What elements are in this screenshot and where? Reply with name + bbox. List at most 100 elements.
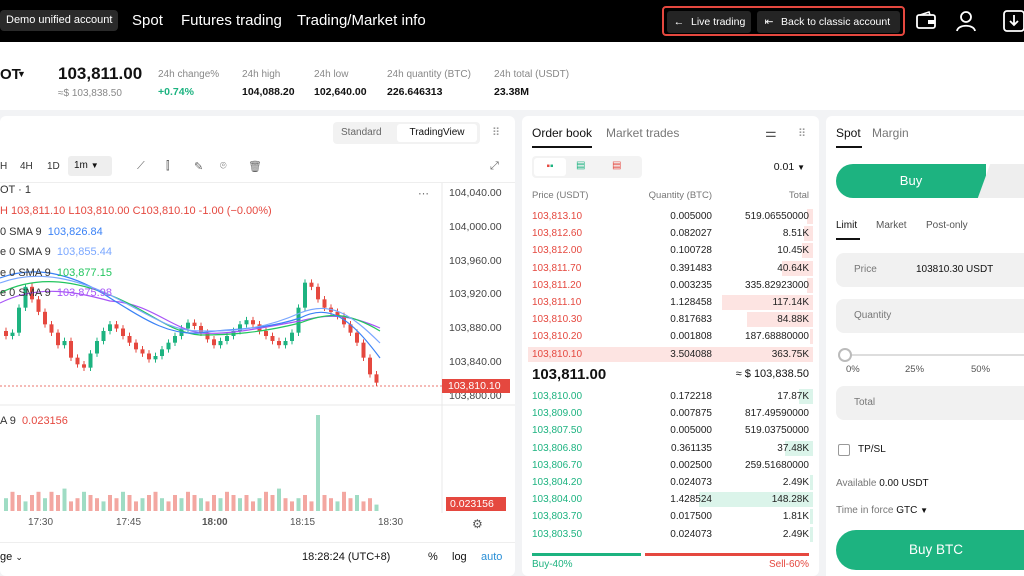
candle-body — [140, 349, 145, 354]
demo-account-badge[interactable]: Demo unified account — [0, 10, 119, 31]
buy-side-tab[interactable]: Buy — [836, 164, 986, 198]
bid-total: 148.28K — [771, 494, 809, 506]
percent-scale-toggle[interactable]: % — [428, 551, 438, 563]
back-to-classic-button[interactable]: ⇤ Back to classic account — [757, 11, 900, 33]
volume-bar — [192, 495, 197, 511]
slider-mark[interactable]: 25% — [905, 364, 924, 375]
ask-price: 103,813.10 — [532, 211, 583, 222]
slider-mark[interactable]: 0% — [846, 364, 860, 375]
bid-row[interactable]: 103,804.20 0.024073 2.49K — [522, 474, 819, 491]
drag-handle-icon[interactable]: ⠿ — [492, 126, 500, 139]
ask-total: 10.45K — [777, 245, 809, 257]
tf-1d[interactable]: 1D — [47, 161, 60, 172]
ask-row[interactable]: 103,810.30 0.817683 84.88K — [522, 311, 819, 328]
bid-total: 37.48K — [777, 442, 809, 454]
order-type-post-only[interactable]: Post-only — [926, 220, 968, 231]
price-axis-tick: 104,040.00 — [449, 187, 502, 199]
view-tradingview-tab[interactable]: TradingView — [397, 124, 477, 142]
bid-row[interactable]: 103,806.80 0.361135 37.48K — [522, 440, 819, 457]
log-scale-toggle[interactable]: log — [452, 551, 467, 563]
price-input[interactable]: Price 103810.30 USDT — [836, 253, 1024, 287]
ask-row[interactable]: 103,813.10 0.005000 519.06550000 — [522, 208, 819, 225]
header-quantity: Quantity (BTC) — [648, 190, 712, 201]
nav-spot[interactable]: Spot — [132, 12, 163, 30]
ask-row[interactable]: 103,812.60 0.082027 8.51K — [522, 225, 819, 242]
indicator-icon[interactable]: ⟋ — [137, 160, 145, 173]
bid-row[interactable]: 103,803.50 0.024073 2.49K — [522, 526, 819, 543]
candle-body — [199, 326, 203, 333]
ask-row[interactable]: 103,812.00 0.100728 10.45K — [522, 242, 819, 259]
bid-row[interactable]: 103,804.00 1.428524 148.28K — [522, 491, 819, 508]
candle-body — [218, 341, 223, 346]
ask-row[interactable]: 103,811.20 0.003235 335.82923000 — [522, 277, 819, 294]
ask-quantity: 0.003235 — [670, 279, 712, 291]
order-type-limit[interactable]: Limit — [836, 220, 857, 231]
amount-slider-handle[interactable] — [838, 348, 852, 362]
ask-quantity: 1.128458 — [670, 297, 712, 308]
settings-gear-icon[interactable]: ⚙ — [472, 517, 483, 531]
filter-settings-icon[interactable]: ⚌ — [765, 125, 777, 141]
amount-slider-track[interactable] — [842, 354, 1024, 356]
nav-trading-market-info[interactable]: Trading/Market info — [297, 12, 426, 30]
tab-spot[interactable]: Spot — [836, 126, 862, 148]
view-asks-icon[interactable]: ▤ — [612, 160, 621, 171]
view-bids-icon[interactable]: ▤ — [576, 160, 585, 171]
candlestick-chart[interactable]: OT · 1 ⋯ H 103,811.10 L103,810.00 C103,8… — [0, 182, 515, 513]
ask-row[interactable]: 103,811.70 0.391483 40.64K — [522, 260, 819, 277]
precision-dropdown[interactable]: 0.01 ▼ — [774, 161, 805, 173]
tab-margin[interactable]: Margin — [872, 126, 909, 140]
tab-order-book[interactable]: Order book — [532, 126, 593, 148]
last-price-usd: ≈$ 103,838.50 — [58, 88, 122, 99]
range-dropdown[interactable]: ge ⌄ — [0, 551, 23, 563]
ask-row[interactable]: 103,811.10 1.128458 117.14K — [522, 294, 819, 311]
user-profile-icon[interactable] — [953, 8, 979, 34]
nav-futures-trading[interactable]: Futures trading — [181, 12, 282, 30]
tab-market-trades[interactable]: Market trades — [606, 126, 679, 140]
ask-row[interactable]: 103,810.10 3.504088 363.75K — [522, 346, 819, 363]
volume-bar — [95, 498, 99, 511]
tpsl-checkbox[interactable] — [838, 444, 850, 456]
camera-icon[interactable]: ⌾ — [220, 160, 227, 173]
candle-body — [160, 349, 164, 356]
tf-active-label: 1m — [74, 160, 88, 171]
ask-depth-bar — [810, 329, 813, 345]
trash-icon[interactable]: 🗑 — [248, 160, 262, 173]
bid-row[interactable]: 103,806.70 0.002500 259.51680000 — [522, 457, 819, 474]
draw-pen-icon[interactable]: ✎ — [194, 160, 203, 173]
ask-total: 84.88K — [777, 314, 809, 326]
view-both-icon[interactable]: ▪▪ — [534, 158, 566, 176]
candle-body — [75, 357, 80, 365]
live-trading-button[interactable]: ← Live trading — [667, 11, 751, 33]
buy-btc-button[interactable]: Buy BTC — [836, 530, 1024, 570]
trade-panel: Spot Margin Buy Limit Market Post-only P… — [826, 116, 1024, 576]
candle-type-icon[interactable]: ⫿ — [166, 160, 170, 173]
quantity-input[interactable]: Quantity — [836, 299, 1024, 333]
tif-dropdown[interactable]: GTC ▼ — [896, 505, 928, 516]
volume-bar — [316, 415, 320, 511]
available-row: Available 0.00 USDT — [836, 478, 929, 489]
more-options-icon[interactable]: ⋯ — [418, 187, 429, 200]
tf-1m-dropdown[interactable]: 1m ▼ — [68, 156, 112, 176]
view-standard-tab[interactable]: Standard — [341, 127, 382, 138]
ask-row[interactable]: 103,810.20 0.001808 187.68880000 — [522, 328, 819, 345]
candle-body — [10, 332, 15, 336]
fullscreen-icon[interactable]: ⤢ — [490, 160, 499, 173]
order-type-market[interactable]: Market — [876, 220, 907, 231]
tf-1h[interactable]: H — [0, 161, 7, 172]
bid-row[interactable]: 103,807.50 0.005000 519.03750000 — [522, 422, 819, 439]
bid-row[interactable]: 103,810.00 0.172218 17.87K — [522, 388, 819, 405]
slider-mark[interactable]: 50% — [971, 364, 990, 375]
bid-row[interactable]: 103,809.00 0.007875 817.49590000 — [522, 405, 819, 422]
ask-quantity: 0.001808 — [670, 331, 712, 343]
symbol-dropdown-icon[interactable]: ▼ — [17, 69, 26, 79]
bid-row[interactable]: 103,803.70 0.017500 1.81K — [522, 508, 819, 525]
tf-4h[interactable]: 4H — [20, 161, 33, 172]
auto-scale-toggle[interactable]: auto — [481, 551, 502, 563]
candle-body — [374, 374, 379, 383]
bid-depth-bar — [810, 509, 813, 525]
wallet-icon[interactable] — [913, 8, 939, 34]
download-icon[interactable] — [1001, 8, 1024, 34]
drag-handle-icon[interactable]: ⠿ — [798, 127, 806, 140]
time-tick: 17:45 — [116, 517, 142, 528]
total-input[interactable]: Total — [836, 386, 1024, 420]
